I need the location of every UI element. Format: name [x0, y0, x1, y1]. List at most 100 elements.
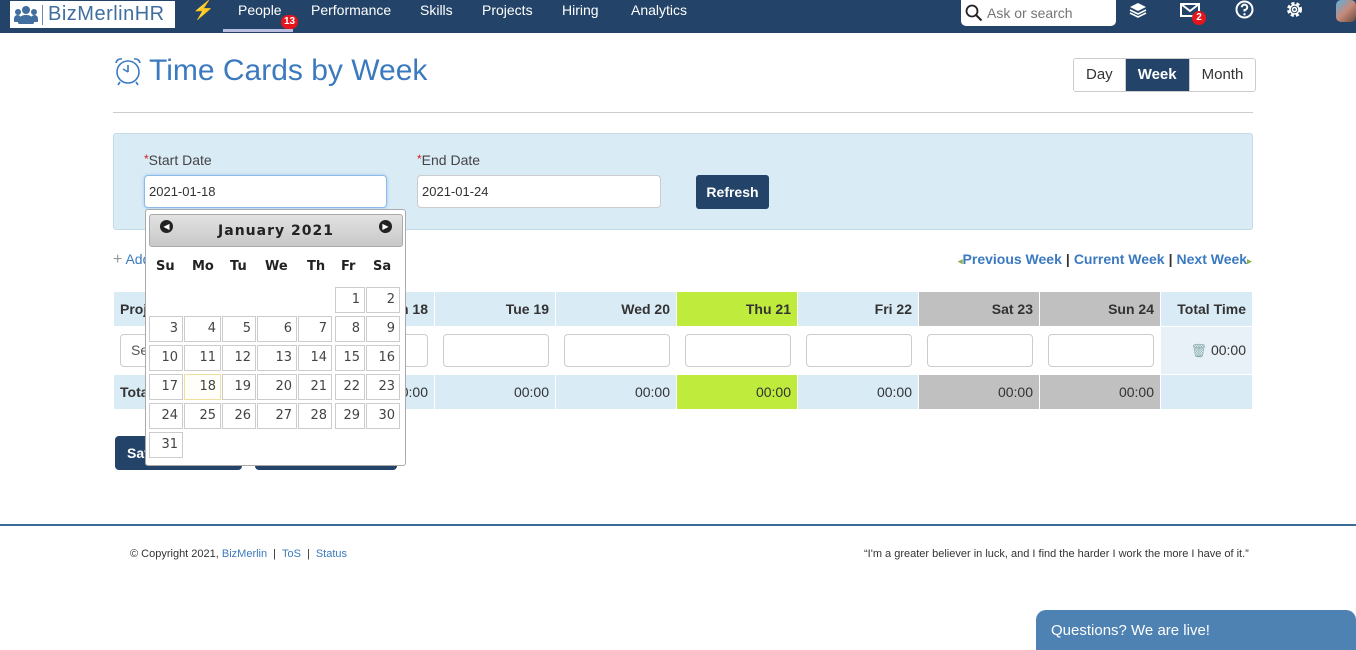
calendar-day[interactable]: 30	[366, 403, 400, 429]
datepicker-header: January 2021	[149, 214, 403, 247]
prev-month-icon[interactable]: ◀	[160, 220, 173, 233]
calendar-day[interactable]: 28	[298, 403, 332, 429]
refresh-button[interactable]: Refresh	[696, 175, 769, 209]
calendar-day[interactable]: 6	[257, 316, 297, 342]
weekday-header: Su	[156, 259, 175, 274]
mail-badge: 2	[1192, 11, 1206, 25]
copyright: © Copyright 2021, BizMerlin | ToS | Status	[130, 548, 347, 560]
trash-icon[interactable]: 🗑	[1191, 343, 1208, 358]
view-month-button[interactable]: Month	[1189, 59, 1256, 91]
start-date-label: *Start Date	[144, 152, 212, 168]
top-navbar: BizMerlinHR ⚡ People 13 Performance Skil…	[0, 0, 1356, 33]
user-avatar[interactable]	[1336, 0, 1356, 22]
calendar-day[interactable]: 12	[222, 345, 256, 371]
calendar-day[interactable]: 10	[149, 345, 183, 371]
calendar-day-selected[interactable]: 18	[184, 374, 221, 400]
tos-link[interactable]: ToS	[282, 548, 301, 560]
calendar-day[interactable]: 23	[366, 374, 400, 400]
grand-total-cell	[1160, 374, 1253, 410]
weekday-header: Th	[307, 259, 326, 274]
calendar-day[interactable]: 21	[298, 374, 332, 400]
week-navigation: ◂Previous Week | Current Week | Next Week▸	[958, 251, 1252, 267]
day-total: 00:00	[676, 374, 798, 410]
end-date-input[interactable]	[417, 175, 661, 208]
datepicker-month-label: January 2021	[218, 223, 334, 239]
nav-projects[interactable]: Projects	[482, 2, 533, 18]
nav-people[interactable]: People	[238, 2, 282, 18]
weekday-header: Sa	[373, 259, 392, 274]
search-input[interactable]	[987, 5, 1107, 21]
total-time-header: Total Time	[1160, 291, 1253, 327]
start-date-input[interactable]	[144, 175, 387, 208]
calendar-day[interactable]: 7	[298, 316, 332, 342]
nav-analytics[interactable]: Analytics	[631, 2, 687, 18]
status-link[interactable]: Status	[316, 548, 347, 560]
view-day-button[interactable]: Day	[1074, 59, 1126, 91]
page-title-text: Time Cards by Week	[149, 54, 428, 87]
calendar-day[interactable]: 19	[222, 374, 256, 400]
calendar-day[interactable]: 17	[149, 374, 183, 400]
nav-active-indicator	[223, 29, 293, 32]
weekday-header: Tu	[230, 259, 247, 274]
lightning-icon[interactable]: ⚡	[192, 0, 214, 21]
people-logo-icon	[14, 5, 38, 24]
bizmerlin-link[interactable]: BizMerlin	[222, 548, 267, 560]
app-logo[interactable]: BizMerlinHR	[10, 1, 175, 28]
time-entry-input[interactable]	[685, 334, 791, 367]
calendar-day[interactable]: 25	[184, 403, 221, 429]
gear-icon[interactable]	[1285, 0, 1304, 24]
end-date-label: *End Date	[417, 152, 481, 168]
day-total: 00:00	[555, 374, 677, 410]
alarm-clock-icon	[115, 58, 141, 86]
calendar-day[interactable]: 14	[298, 345, 332, 371]
day-total: 00:00	[434, 374, 556, 410]
calendar-day[interactable]: 22	[335, 374, 365, 400]
calendar-day[interactable]: 27	[257, 403, 297, 429]
time-entry-input[interactable]	[927, 334, 1033, 367]
previous-week-link[interactable]: Previous Week	[963, 251, 1062, 267]
calendar-day[interactable]: 9	[366, 316, 400, 342]
calendar-day[interactable]: 26	[222, 403, 256, 429]
layers-icon[interactable]	[1128, 1, 1148, 24]
calendar-day[interactable]: 4	[184, 316, 221, 342]
calendar-day[interactable]: 3	[149, 316, 183, 342]
logo-text: BizMerlinHR	[48, 3, 165, 25]
time-entry-input[interactable]	[443, 334, 549, 367]
calendar-day[interactable]: 5	[222, 316, 256, 342]
day-header: Fri 22	[797, 291, 919, 327]
day-total: 00:00	[1039, 374, 1161, 410]
current-week-link[interactable]: Current Week	[1074, 251, 1165, 267]
day-header-weekend: Sat 23	[918, 291, 1040, 327]
nav-performance[interactable]: Performance	[311, 2, 391, 18]
chevron-right-icon: ▸	[1247, 256, 1252, 266]
calendar-day[interactable]: 1	[335, 287, 365, 313]
nav-hiring[interactable]: Hiring	[562, 2, 599, 18]
calendar-day[interactable]: 31	[149, 432, 183, 458]
calendar-day[interactable]: 8	[335, 316, 365, 342]
help-icon[interactable]	[1235, 0, 1254, 24]
calendar-day[interactable]: 20	[257, 374, 297, 400]
calendar-day[interactable]: 15	[335, 345, 365, 371]
live-chat-button[interactable]: Questions? We are live!	[1036, 610, 1356, 650]
people-badge: 13	[281, 15, 299, 29]
time-entry-input[interactable]	[564, 334, 670, 367]
weekday-header: Fr	[341, 259, 356, 274]
view-week-button[interactable]: Week	[1125, 59, 1190, 91]
logo-divider	[42, 4, 43, 25]
calendar-day[interactable]: 29	[335, 403, 365, 429]
calendar-day[interactable]: 11	[184, 345, 221, 371]
time-entry-input[interactable]	[806, 334, 912, 367]
title-divider	[113, 112, 1253, 113]
nav-skills[interactable]: Skills	[420, 2, 453, 18]
next-week-link[interactable]: Next Week	[1177, 251, 1248, 267]
footer-quote: “I'm a greater believer in luck, and I f…	[864, 548, 1249, 560]
time-entry-input[interactable]	[1048, 334, 1154, 367]
next-month-icon[interactable]: ▶	[379, 220, 392, 233]
global-search[interactable]	[961, 0, 1116, 26]
calendar-day[interactable]: 13	[257, 345, 297, 371]
day-total: 00:00	[797, 374, 919, 410]
calendar-day[interactable]: 2	[366, 287, 400, 313]
day-total: 00:00	[918, 374, 1040, 410]
calendar-day[interactable]: 16	[366, 345, 400, 371]
calendar-day[interactable]: 24	[149, 403, 183, 429]
